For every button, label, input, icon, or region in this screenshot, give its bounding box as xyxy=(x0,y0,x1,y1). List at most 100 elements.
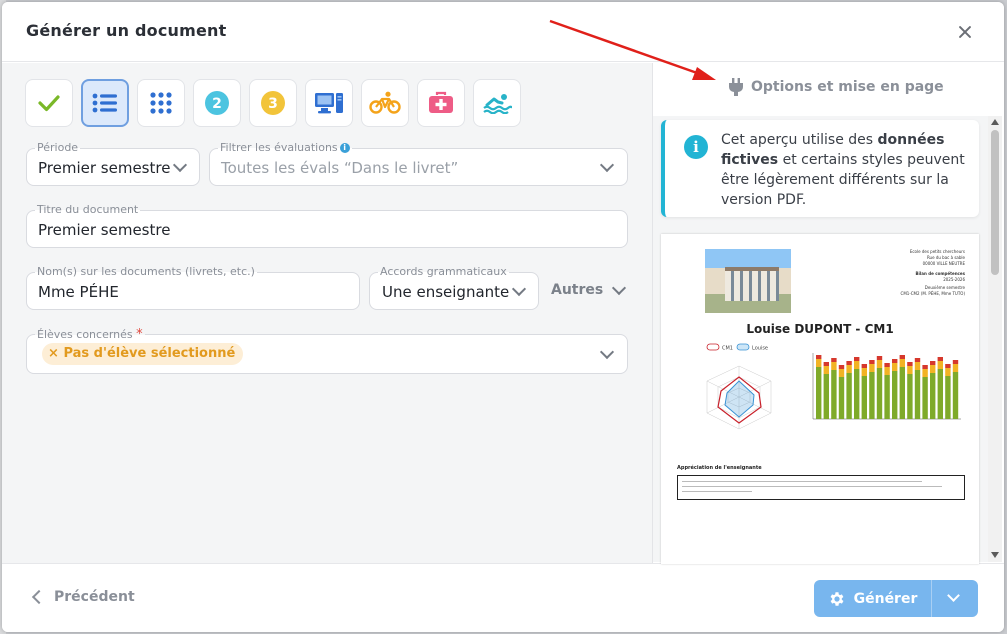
layout-options-label: Options et mise en page xyxy=(751,79,944,95)
preview-bar-segment xyxy=(914,358,921,362)
type-button-swimming[interactable] xyxy=(473,79,521,127)
document-title-value: Premier semestre xyxy=(38,221,171,239)
preview-bar-segment xyxy=(899,355,905,359)
generate-label: Générer xyxy=(853,590,918,607)
preview-bar-segment xyxy=(823,366,829,374)
form-panel: 2 3 Premier semestre Période Toutes les … xyxy=(2,63,652,563)
preview-bar-segment xyxy=(869,360,875,364)
preview-bar-segment xyxy=(892,371,898,419)
preview-bar-segment xyxy=(823,362,829,366)
scroll-down-icon[interactable] xyxy=(991,552,999,558)
preview-bar-segment xyxy=(907,366,913,374)
gear-icon xyxy=(830,591,844,606)
chip-label: Pas d'élève sélectionné xyxy=(63,346,236,361)
school-header: Ecole des petits chercheurs Rue du bac à… xyxy=(900,249,965,296)
preview-bar-segment xyxy=(884,367,890,375)
svg-text:2: 2 xyxy=(212,96,222,112)
computer-icon xyxy=(315,93,343,114)
type-button-3[interactable]: 3 xyxy=(249,79,297,127)
info-icon[interactable]: i xyxy=(339,143,350,153)
chevron-down-icon xyxy=(947,589,960,602)
scroll-up-icon[interactable] xyxy=(991,119,999,125)
filter-label: Filtrer les évaluations i xyxy=(218,141,352,154)
preview-bar-segment xyxy=(914,362,921,370)
student-name: Louise DUPONT - CM1 xyxy=(746,322,894,336)
preview-bar-segment xyxy=(831,370,837,419)
preview-scrollbar[interactable] xyxy=(988,116,1002,562)
preview-bar-segment xyxy=(930,373,936,419)
generate-split-button: Générer xyxy=(814,580,978,617)
preview-bar-segment xyxy=(846,361,852,365)
preview-info-notice: i Cet aperçu utilise des données fictive… xyxy=(661,120,979,217)
preview-bar-segment xyxy=(861,368,867,376)
preview-bar-segment xyxy=(869,372,875,419)
preview-bar-segment xyxy=(816,359,822,367)
preview-bar-segment xyxy=(937,361,943,369)
previous-button[interactable]: Précédent xyxy=(31,589,135,605)
generate-options-dropdown[interactable] xyxy=(932,580,978,617)
close-icon[interactable] xyxy=(955,22,975,42)
type-button-grid[interactable] xyxy=(137,79,185,127)
bar-chart xyxy=(812,353,961,420)
chevron-left-icon xyxy=(31,589,47,605)
remove-chip-icon[interactable]: × xyxy=(48,346,59,361)
svg-text:CM1: CM1 xyxy=(722,346,733,352)
svg-text:3: 3 xyxy=(268,96,278,112)
preview-bar-segment xyxy=(884,375,890,419)
preview-bar-segment xyxy=(816,355,822,359)
required-asterisk-icon: * xyxy=(136,327,143,342)
preview-bar-segment xyxy=(838,369,845,377)
preview-bar-segment xyxy=(899,367,905,419)
swimming-icon xyxy=(483,94,512,114)
chevron-down-icon xyxy=(599,344,615,360)
grammar-agreement-label: Accords grammaticaux xyxy=(378,265,509,278)
preview-bar-segment xyxy=(854,369,860,419)
preview-bar-segment xyxy=(930,365,936,373)
no-student-selected-chip[interactable]: × Pas d'élève sélectionné xyxy=(42,343,244,365)
students-label: Élèves concernés * xyxy=(35,327,145,342)
type-button-2[interactable]: 2 xyxy=(193,79,241,127)
preview-bar-segment xyxy=(816,367,822,419)
svg-text:Louise: Louise xyxy=(752,346,768,352)
grid-icon xyxy=(150,92,172,114)
list-icon xyxy=(92,93,117,113)
type-button-list[interactable] xyxy=(81,79,129,127)
layout-options-button[interactable]: Options et mise en page xyxy=(728,76,944,98)
preview-bar-segment xyxy=(907,362,913,366)
preview-bar-segment xyxy=(945,364,951,368)
type-button-check[interactable] xyxy=(25,79,73,127)
preview-bar-segment xyxy=(907,374,913,419)
preview-bar-segment xyxy=(922,377,928,419)
bicycle-icon xyxy=(369,91,401,114)
generate-button[interactable]: Générer xyxy=(814,580,931,617)
type-button-computer[interactable] xyxy=(305,79,353,127)
chevron-down-icon xyxy=(172,157,188,173)
more-options-toggle[interactable]: Autres xyxy=(551,280,627,298)
type-button-bicycle[interactable] xyxy=(361,79,409,127)
preview-bar-segment xyxy=(892,359,898,363)
chevron-down-icon xyxy=(599,157,615,173)
grammar-agreement-value: Une enseignante xyxy=(382,283,510,301)
preview-bar-segment xyxy=(823,374,829,419)
filter-placeholder: Toutes les évals “Dans le livret” xyxy=(221,159,459,177)
preview-bar-segment xyxy=(854,361,860,369)
dialog-title: Générer un document xyxy=(26,21,227,40)
type-button-medical[interactable] xyxy=(417,79,465,127)
preview-bar-segment xyxy=(914,370,921,419)
preview-bar-segment xyxy=(869,364,875,372)
preview-bar-segment xyxy=(952,360,959,364)
check-icon xyxy=(38,95,60,112)
number-3-icon: 3 xyxy=(261,91,285,115)
number-2-icon: 2 xyxy=(205,91,229,115)
preview-bar-segment xyxy=(922,365,928,369)
dialog-footer: Précédent Générer xyxy=(2,563,1004,632)
preview-bar-segment xyxy=(952,364,959,372)
preview-bar-segment xyxy=(831,362,837,370)
appreciation-box xyxy=(677,475,965,500)
preview-bar-segment xyxy=(945,376,951,419)
preview-bar-segment xyxy=(838,365,845,369)
scroll-thumb[interactable] xyxy=(991,130,999,275)
chevron-down-icon xyxy=(511,281,527,297)
document-preview: Ecole des petits chercheurs Rue du bac à… xyxy=(661,234,979,564)
periode-value: Premier semestre xyxy=(38,159,171,177)
